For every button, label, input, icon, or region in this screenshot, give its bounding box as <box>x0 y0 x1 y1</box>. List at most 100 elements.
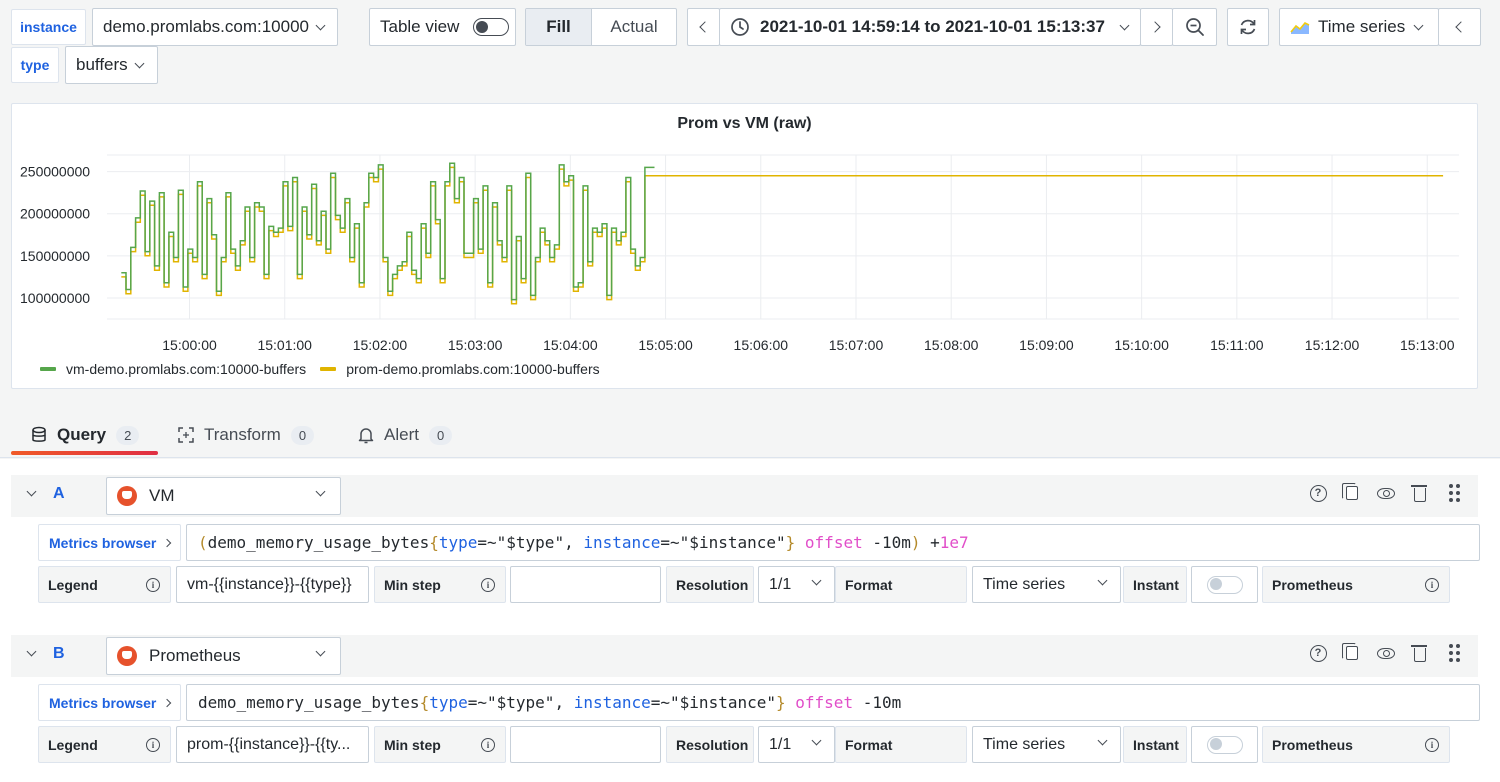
query-expression-editor[interactable]: (demo_memory_usage_bytes{type =~ "$type", … <box>186 524 1480 561</box>
variable-label-instance: instance <box>11 9 86 45</box>
resolution-label: Resolution <box>666 726 754 763</box>
expression-token: demo_memory_usage_bytes <box>207 533 430 552</box>
x-tick-label: 15:00:00 <box>162 337 217 353</box>
metrics-browser-button[interactable]: Metrics browser <box>38 684 181 721</box>
instant-toggle[interactable] <box>1206 735 1243 754</box>
tab-query-label: Query <box>57 425 107 444</box>
legend-item-vm[interactable]: vm-demo.promlabs.com:10000-buffers <box>40 361 306 377</box>
x-tick-label: 15:12:00 <box>1305 337 1360 353</box>
chevron-down-icon <box>315 646 326 657</box>
panel-preview: Prom vs VM (raw) 100000000 150000000 20000… <box>11 103 1478 389</box>
toggle-switch[interactable] <box>473 18 510 36</box>
series-line-prom[interactable] <box>121 166 1444 305</box>
variable-value-instance: demo.promlabs.com:10000 <box>103 17 310 36</box>
toggle-options-pane-button[interactable] <box>1438 8 1481 46</box>
min-step-label-text: Min step <box>384 576 441 593</box>
question-icon: ? <box>1309 644 1327 662</box>
resolution-select[interactable]: 1/1 <box>758 566 835 603</box>
expression-token: } <box>785 533 796 552</box>
query-letter[interactable]: B <box>53 645 65 663</box>
drag-handle[interactable] <box>1444 643 1464 663</box>
toggle-visibility-button[interactable] <box>1376 643 1396 663</box>
instant-toggle[interactable] <box>1206 575 1243 594</box>
legend-input[interactable]: vm-{{instance}}-{{type}} <box>176 566 369 603</box>
table-view-toggle[interactable]: Table view <box>369 8 516 46</box>
dashboard-toolbar: instance demo.promlabs.com:10000 type bu… <box>0 0 1500 94</box>
legend-input[interactable]: prom-{{instance}}-{{ty... <box>176 726 369 763</box>
expression-token: -10m <box>862 693 902 712</box>
format-select[interactable]: Time series <box>972 566 1121 603</box>
duplicate-query-button[interactable] <box>1342 643 1362 663</box>
variable-select-instance[interactable]: demo.promlabs.com:10000 <box>92 8 338 46</box>
expression-token: + <box>920 533 940 552</box>
min-step-label: Min step i <box>374 726 506 763</box>
drag-icon <box>1448 484 1460 502</box>
eye-icon <box>1377 487 1395 499</box>
metrics-browser-button[interactable]: Metrics browser <box>38 524 181 561</box>
min-step-label: Min step i <box>374 566 506 603</box>
duplicate-query-button[interactable] <box>1342 483 1362 503</box>
tab-alert[interactable]: Alert 0 <box>358 412 453 458</box>
expression-token: instance <box>573 693 651 712</box>
metrics-browser-label: Metrics browser <box>49 694 157 711</box>
info-icon[interactable]: i <box>481 738 495 752</box>
zoom-out-button[interactable] <box>1172 8 1217 46</box>
refresh-button[interactable] <box>1227 8 1269 46</box>
remove-query-button[interactable] <box>1410 483 1430 503</box>
tab-transform[interactable]: Transform 0 <box>178 412 315 458</box>
info-icon[interactable]: i <box>146 738 160 752</box>
chevron-down-icon <box>1097 735 1108 746</box>
expression-token: 1e7 <box>939 533 969 552</box>
time-range-text: 2021-10-01 14:59:14 to 2021-10-01 15:13:… <box>760 17 1105 36</box>
expression-token: demo_memory_usage_bytes <box>198 693 420 712</box>
tab-alert-count: 0 <box>428 425 453 445</box>
help-button[interactable]: ? <box>1308 643 1328 663</box>
question-icon: ? <box>1309 484 1327 502</box>
time-shift-forward-button[interactable] <box>1140 8 1173 46</box>
help-button[interactable]: ? <box>1308 483 1328 503</box>
chevron-down-icon <box>315 20 326 30</box>
resolution-select[interactable]: 1/1 <box>758 726 835 763</box>
query-letter[interactable]: A <box>53 485 65 503</box>
visualization-picker[interactable]: Time series <box>1279 8 1439 46</box>
time-range-picker[interactable]: 2021-10-01 14:59:14 to 2021-10-01 15:13:… <box>719 8 1141 46</box>
info-icon[interactable]: i <box>1425 738 1439 752</box>
toggle-visibility-button[interactable] <box>1376 483 1396 503</box>
datasource-picker[interactable]: Prometheus <box>106 637 341 675</box>
min-step-input[interactable] <box>510 726 661 763</box>
legend-swatch <box>40 367 56 371</box>
format-label: Format <box>835 726 967 763</box>
min-step-input[interactable] <box>510 566 661 603</box>
datasource-name: VM <box>149 486 175 505</box>
drag-handle[interactable] <box>1444 483 1464 503</box>
query-expression-editor[interactable]: demo_memory_usage_bytes{type =~ "$type", i… <box>186 684 1480 721</box>
variable-select-type[interactable]: buffers <box>65 46 158 84</box>
x-tick-label: 15:04:00 <box>543 337 598 353</box>
info-icon[interactable]: i <box>481 578 495 592</box>
chevron-left-icon <box>1455 21 1467 33</box>
copy-icon <box>1342 483 1358 500</box>
legend-item-prom[interactable]: prom-demo.promlabs.com:10000-buffers <box>320 361 600 377</box>
min-step-label-text: Min step <box>384 736 441 753</box>
format-select[interactable]: Time series <box>972 726 1121 763</box>
legend-label: prom-demo.promlabs.com:10000-buffers <box>346 361 600 377</box>
legend-label: Legend i <box>38 726 171 763</box>
datasource-picker[interactable]: VM <box>106 477 341 515</box>
time-series-chart[interactable]: 100000000 150000000 200000000 250000000 15:… <box>12 104 1479 354</box>
query-type-label-text: Prometheus <box>1272 736 1353 753</box>
info-icon[interactable]: i <box>146 578 160 592</box>
collapse-chevron-icon[interactable] <box>26 486 37 497</box>
expression-token: ( <box>198 533 208 552</box>
time-shift-back-button[interactable] <box>687 8 720 46</box>
expression-token: { <box>419 693 430 712</box>
refresh-icon <box>1240 19 1256 35</box>
remove-query-button[interactable] <box>1410 643 1430 663</box>
info-icon[interactable]: i <box>1425 578 1439 592</box>
collapse-chevron-icon[interactable] <box>26 646 37 657</box>
resolution-value: 1/1 <box>769 575 792 593</box>
series-line-vm[interactable] <box>121 162 655 301</box>
actual-option[interactable]: Actual <box>592 9 676 45</box>
fill-option[interactable]: Fill <box>526 9 592 45</box>
x-tick-label: 15:07:00 <box>829 337 884 353</box>
zoom-out-icon <box>1185 18 1204 36</box>
